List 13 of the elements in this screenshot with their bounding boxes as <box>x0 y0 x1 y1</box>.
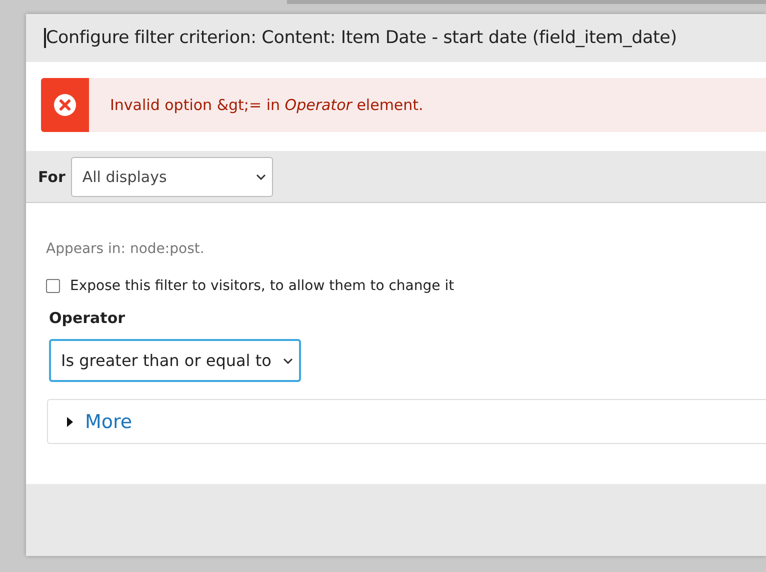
operator-label: Operator <box>49 309 126 327</box>
expose-label: Expose this filter to visitors, to allow them to change it <box>70 278 454 294</box>
error-icon <box>53 93 77 117</box>
operator-select[interactable]: Is greater than or equal to <box>49 339 301 382</box>
dialog-title: Configure filter criterion: Content: Item Date - start date (field_item_date) <box>44 28 677 48</box>
error-text: Invalid option &gt;= in Operator element. <box>110 96 424 114</box>
chevron-icon <box>283 358 293 364</box>
chevron-icon <box>256 174 266 180</box>
expose-checkbox[interactable] <box>46 279 60 293</box>
for-label: For <box>38 168 66 186</box>
appears-in-text: Appears in: node:post. <box>46 241 206 257</box>
more-details[interactable]: More <box>47 399 766 444</box>
display-select[interactable]: All displays <box>71 156 274 196</box>
